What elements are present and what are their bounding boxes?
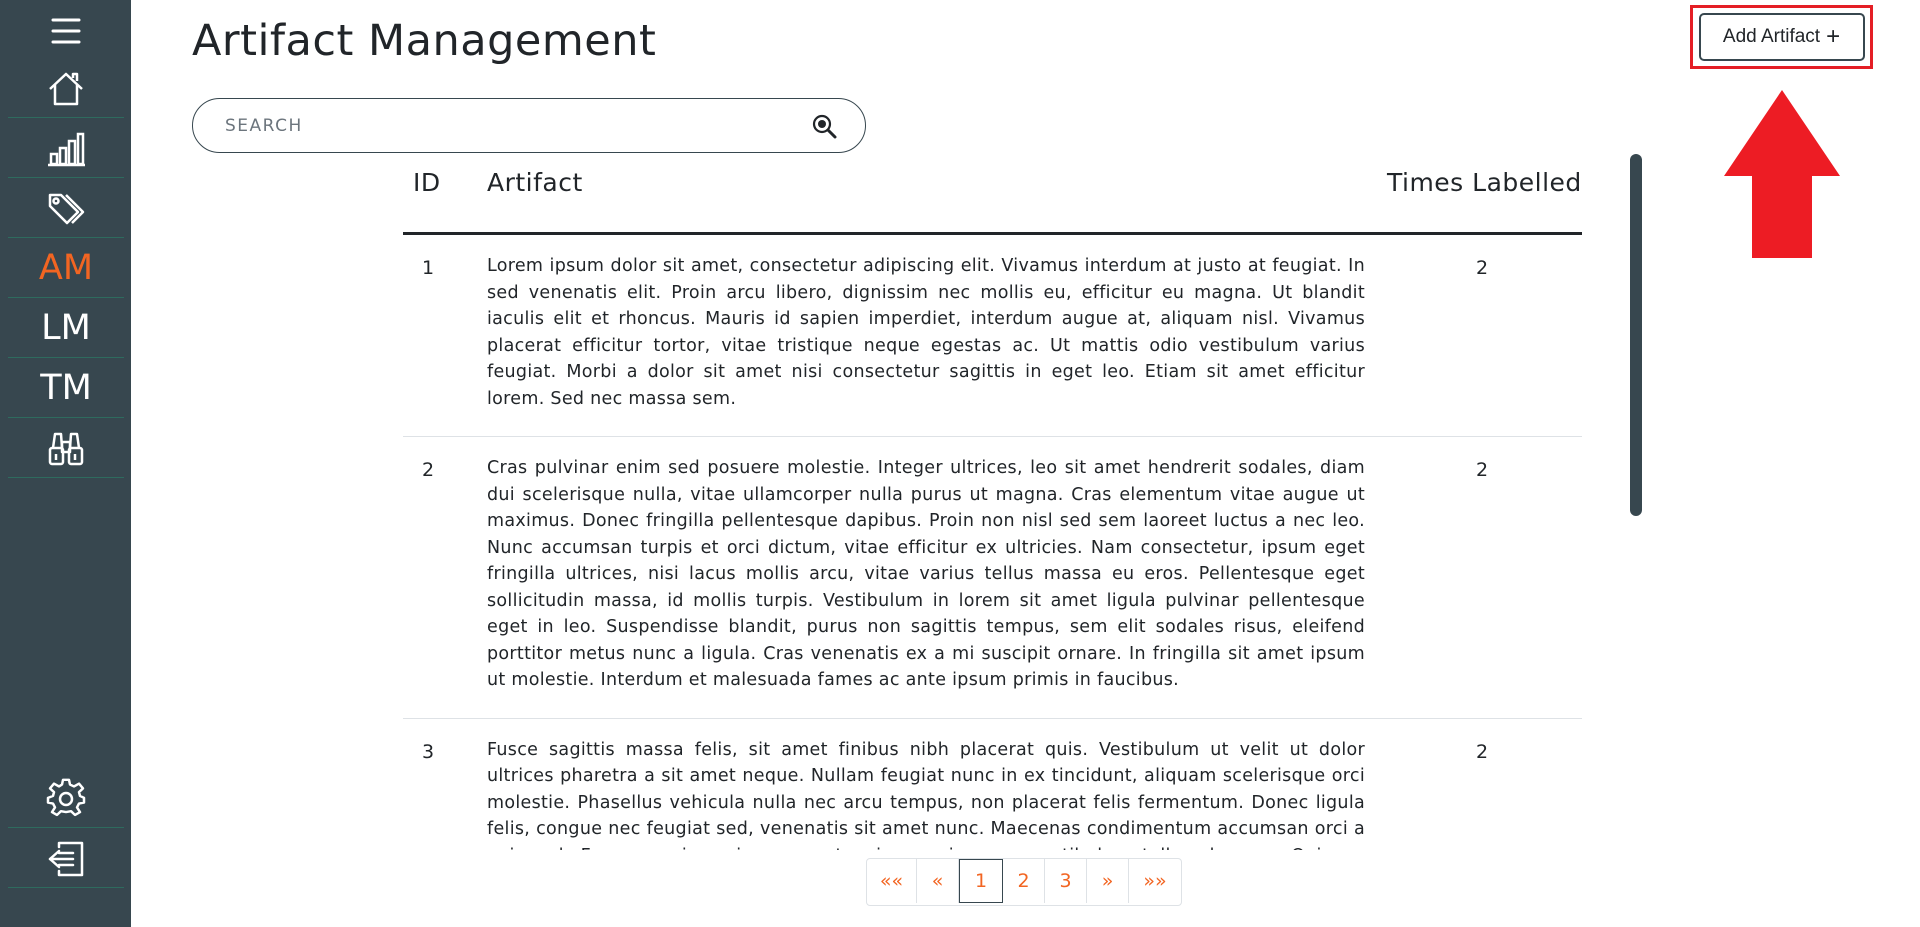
search-bar — [192, 98, 866, 153]
gear-icon — [46, 778, 86, 816]
row-id: 1 — [422, 257, 435, 279]
hamburger-icon — [51, 18, 81, 44]
row-times-labelled: 2 — [1475, 740, 1489, 763]
search-input[interactable] — [223, 114, 787, 137]
home-icon — [49, 72, 83, 105]
artifact-table: ID Artifact Times Labelled 1 Lorem ipsum… — [403, 150, 1582, 850]
page-1-button[interactable]: 1 — [959, 859, 1003, 903]
plus-icon: + — [1826, 23, 1841, 50]
nav-lm-label: LM — [41, 308, 91, 348]
nav-tm-label: TM — [40, 368, 92, 408]
add-artifact-button[interactable]: Add Artifact + — [1698, 13, 1865, 61]
page-3-button[interactable]: 3 — [1045, 859, 1087, 903]
add-artifact-highlight: Add Artifact + — [1690, 5, 1873, 69]
row-artifact-text: Fusce sagittis massa felis, sit amet fin… — [487, 739, 1365, 851]
menu-icon[interactable] — [8, 2, 124, 60]
row-artifact-text: Cras pulvinar enim sed posuere molestie.… — [487, 458, 1365, 690]
nav-task-management[interactable]: TM — [8, 360, 124, 418]
nav-explore[interactable] — [8, 420, 124, 478]
sidebar: AM LM TM — [0, 0, 131, 927]
column-id: ID — [413, 168, 441, 197]
nav-analytics[interactable] — [8, 120, 124, 178]
nav-artifact-management[interactable]: AM — [8, 240, 124, 298]
column-artifact: Artifact — [487, 168, 583, 197]
row-id: 3 — [422, 740, 435, 763]
table-scrollbar[interactable] — [1630, 154, 1642, 516]
column-times-labelled: Times Labelled — [1387, 168, 1582, 197]
last-page-button[interactable]: »» — [1129, 859, 1181, 903]
red-arrow-up-icon — [1724, 90, 1840, 258]
nav-labels[interactable] — [8, 180, 124, 238]
row-id: 2 — [422, 459, 435, 481]
nav-am-label: AM — [38, 248, 94, 288]
nav-settings[interactable] — [8, 770, 124, 828]
first-page-button[interactable]: «« — [867, 859, 917, 903]
table-row[interactable]: 3 Fusce sagittis massa felis, sit amet f… — [403, 719, 1582, 851]
row-times-labelled: 2 — [1475, 257, 1489, 279]
table-row[interactable]: 1 Lorem ipsum dolor sit amet, consectetu… — [403, 235, 1582, 437]
row-artifact-text: Lorem ipsum dolor sit amet, consectetur … — [487, 256, 1365, 409]
table-row[interactable]: 2 Cras pulvinar enim sed posuere molesti… — [403, 437, 1582, 719]
nav-label-management[interactable]: LM — [8, 300, 124, 358]
logout-icon — [48, 841, 84, 876]
next-page-button[interactable]: » — [1087, 859, 1129, 903]
tags-icon — [48, 193, 85, 224]
table-header: ID Artifact Times Labelled — [403, 150, 1582, 235]
prev-page-button[interactable]: « — [917, 859, 959, 903]
page-title: Artifact Management — [192, 16, 657, 66]
pagination: «« « 1 2 3 » »» — [866, 858, 1182, 906]
bar-chart-icon — [48, 132, 85, 166]
search-icon[interactable] — [810, 112, 838, 140]
binoculars-icon — [48, 432, 84, 465]
row-times-labelled: 2 — [1475, 459, 1489, 481]
nav-logout[interactable] — [8, 830, 124, 888]
nav-home[interactable] — [8, 60, 124, 118]
add-artifact-label: Add Artifact — [1722, 26, 1821, 47]
page-2-button[interactable]: 2 — [1003, 859, 1045, 903]
